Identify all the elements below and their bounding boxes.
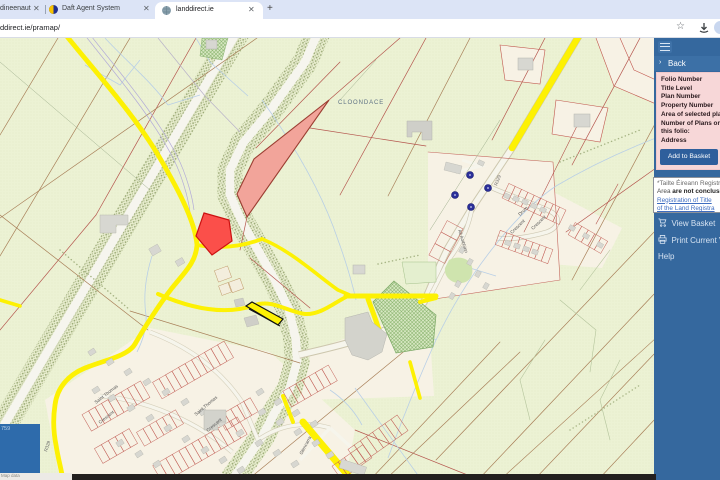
svg-text:CLOONDACE: CLOONDACE	[338, 100, 384, 106]
